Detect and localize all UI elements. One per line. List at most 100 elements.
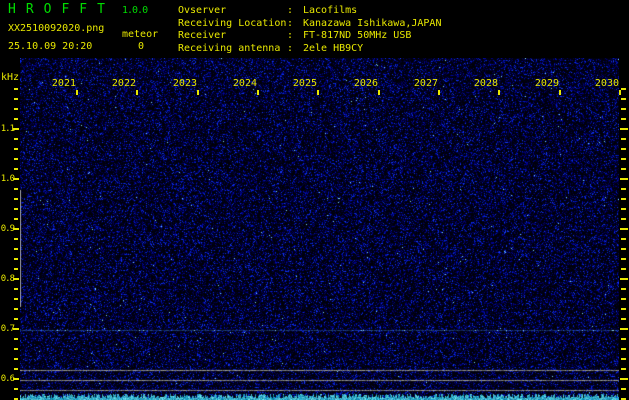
freq-major-tick bbox=[13, 328, 19, 330]
freq-minor-tick-right bbox=[621, 348, 626, 350]
freq-minor-tick-right bbox=[621, 268, 626, 270]
time-label: 2026 bbox=[352, 79, 378, 89]
info-value: Lacofilms bbox=[303, 5, 357, 16]
time-label: 2027 bbox=[412, 79, 438, 89]
info-row: Ovserver:Lacofilms bbox=[178, 5, 441, 18]
freq-minor-tick bbox=[14, 208, 18, 210]
freq-minor-tick-right bbox=[621, 108, 626, 110]
freq-minor-tick bbox=[14, 108, 18, 110]
freq-major-tick bbox=[13, 278, 19, 280]
freq-major-tick-right bbox=[620, 378, 628, 380]
info-row: Receiver:FT-817ND 50MHz USB bbox=[178, 30, 441, 43]
time-tick bbox=[76, 90, 78, 95]
time-tick bbox=[559, 90, 561, 95]
freq-minor-tick bbox=[14, 158, 18, 160]
time-tick bbox=[498, 90, 500, 95]
freq-minor-tick bbox=[14, 138, 18, 140]
time-label: 2022 bbox=[110, 79, 136, 89]
freq-minor-tick bbox=[14, 198, 18, 200]
meteor-count: 0 bbox=[138, 41, 144, 52]
freq-major-tick bbox=[13, 378, 19, 380]
freq-label: 0.8 bbox=[0, 275, 14, 284]
freq-minor-tick-right bbox=[621, 238, 626, 240]
freq-minor-tick bbox=[14, 88, 18, 90]
info-label: Receiver bbox=[178, 30, 287, 41]
freq-label: 0.6 bbox=[0, 375, 14, 384]
filename-label: XX2510092020.png bbox=[8, 23, 104, 34]
time-label: 2023 bbox=[171, 79, 197, 89]
freq-major-tick-right bbox=[620, 128, 628, 130]
freq-minor-tick-right bbox=[621, 208, 626, 210]
info-row: Receiving Location:Kanazawa Ishikawa,JAP… bbox=[178, 18, 441, 31]
freq-minor-tick-right bbox=[621, 288, 626, 290]
info-label: Receiving antenna bbox=[178, 43, 287, 54]
freq-label: 0.7 bbox=[0, 325, 14, 334]
info-value: Kanazawa Ishikawa,JAPAN bbox=[303, 18, 441, 29]
freq-label: 0.9 bbox=[0, 225, 14, 234]
freq-minor-tick bbox=[14, 118, 18, 120]
spectrogram-canvas bbox=[20, 58, 619, 400]
frequency-axis-unit: kHz bbox=[1, 72, 19, 83]
freq-minor-tick-right bbox=[621, 148, 626, 150]
freq-minor-tick-right bbox=[621, 368, 626, 370]
info-colon: : bbox=[287, 30, 303, 41]
time-label: 2024 bbox=[231, 79, 257, 89]
mode-label: meteor bbox=[122, 29, 158, 40]
freq-minor-tick-right bbox=[621, 248, 626, 250]
time-label: 2021 bbox=[50, 79, 76, 89]
freq-label: 1.0 bbox=[0, 175, 14, 184]
time-tick bbox=[197, 90, 199, 95]
freq-minor-tick-right bbox=[621, 98, 626, 100]
datetime-label: 25.10.09 20:20 bbox=[8, 41, 92, 52]
station-info-block: Ovserver:Lacofilms Receiving Location:Ka… bbox=[178, 5, 441, 56]
freq-minor-tick bbox=[14, 368, 18, 370]
hrofft-window: HROFFT 1.0.0 XX2510092020.png meteor 25.… bbox=[0, 0, 629, 400]
time-tick bbox=[378, 90, 380, 95]
freq-minor-tick bbox=[14, 288, 18, 290]
freq-minor-tick bbox=[14, 238, 18, 240]
freq-minor-tick bbox=[14, 258, 18, 260]
freq-major-tick-right bbox=[620, 178, 628, 180]
freq-major-tick bbox=[13, 178, 19, 180]
freq-minor-tick-right bbox=[621, 158, 626, 160]
freq-major-tick-right bbox=[620, 228, 628, 230]
freq-minor-tick-right bbox=[621, 168, 626, 170]
freq-minor-tick bbox=[14, 338, 18, 340]
freq-minor-tick-right bbox=[621, 218, 626, 220]
info-colon: : bbox=[287, 18, 303, 29]
freq-minor-tick-right bbox=[621, 118, 626, 120]
time-tick bbox=[438, 90, 440, 95]
info-value: FT-817ND 50MHz USB bbox=[303, 30, 411, 41]
app-title: HROFFT bbox=[8, 3, 115, 16]
time-label: 2028 bbox=[472, 79, 498, 89]
freq-minor-tick bbox=[14, 168, 18, 170]
info-colon: : bbox=[287, 5, 303, 16]
info-row: Receiving antenna:2ele HB9CY bbox=[178, 43, 441, 56]
freq-minor-tick-right bbox=[621, 338, 626, 340]
freq-minor-tick-right bbox=[621, 358, 626, 360]
freq-minor-tick bbox=[14, 348, 18, 350]
freq-minor-tick bbox=[14, 318, 18, 320]
freq-minor-tick bbox=[14, 188, 18, 190]
time-tick bbox=[317, 90, 319, 95]
time-label: 2029 bbox=[533, 79, 559, 89]
time-tick bbox=[136, 90, 138, 95]
freq-minor-tick-right bbox=[621, 308, 626, 310]
freq-major-tick-right bbox=[620, 278, 628, 280]
freq-minor-tick bbox=[14, 148, 18, 150]
info-colon: : bbox=[287, 43, 303, 54]
version-label: 1.0.0 bbox=[122, 5, 147, 16]
freq-minor-tick-right bbox=[621, 388, 626, 390]
freq-minor-tick bbox=[14, 388, 18, 390]
info-value: 2ele HB9CY bbox=[303, 43, 363, 54]
freq-minor-tick bbox=[14, 298, 18, 300]
freq-minor-tick-right bbox=[621, 198, 626, 200]
freq-major-tick bbox=[13, 128, 19, 130]
freq-minor-tick-right bbox=[621, 88, 626, 90]
freq-minor-tick bbox=[14, 308, 18, 310]
time-tick bbox=[257, 90, 259, 95]
info-label: Ovserver bbox=[178, 5, 287, 16]
freq-minor-tick-right bbox=[621, 318, 626, 320]
freq-minor-tick bbox=[14, 358, 18, 360]
freq-minor-tick bbox=[14, 98, 18, 100]
